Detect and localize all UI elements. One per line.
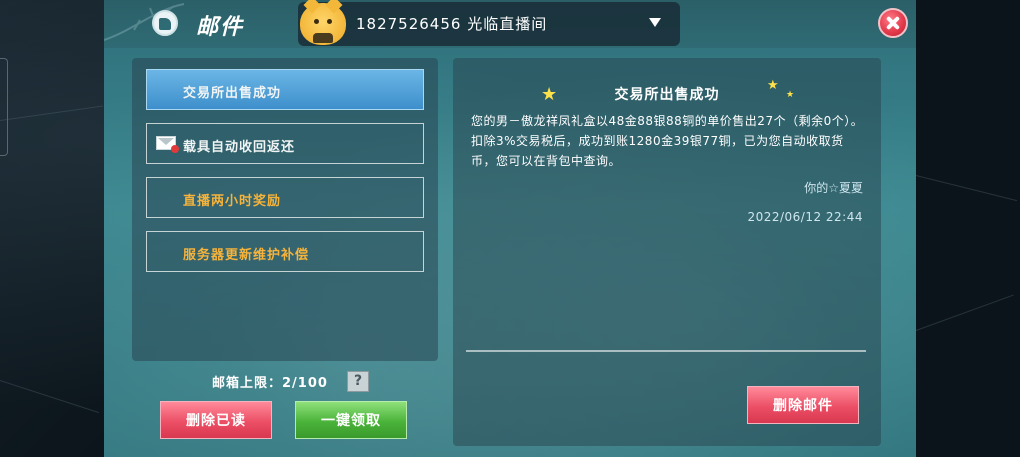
- mail-item-label: 服务器更新维护补偿: [183, 248, 310, 263]
- mail-title: 交易所出售成功: [614, 87, 720, 103]
- mail-body: 您的男－傲龙祥凤礼盒以48金88银88铜的单价售出27个（剩余0个）。扣除3%交…: [471, 114, 864, 168]
- envelope-icon: [156, 136, 179, 153]
- window-title: 邮件: [196, 15, 245, 40]
- close-button[interactable]: [878, 8, 908, 38]
- mail-window: 邮件 1827526456 光临直播间 交易所出售成功 载具自动收回返还 直播两…: [104, 0, 916, 457]
- mail-item-label: 载具自动收回返还: [183, 140, 296, 155]
- side-frame: [0, 58, 8, 156]
- mail-icon: [152, 10, 178, 36]
- chevron-down-icon[interactable]: [649, 18, 661, 27]
- mail-item-live-reward[interactable]: 直播两小时奖励: [146, 177, 424, 218]
- mail-date: 2022/06/12 22:44: [747, 210, 863, 224]
- help-button[interactable]: ?: [347, 371, 369, 392]
- avatar: [300, 0, 346, 45]
- mail-item-maintenance-compensation[interactable]: 服务器更新维护补偿: [146, 231, 424, 272]
- claim-all-button[interactable]: 一键领取: [295, 401, 407, 439]
- mailbox-capacity: 邮箱上限：2/100: [212, 376, 328, 391]
- divider: [466, 350, 866, 352]
- mail-item-vehicle-return[interactable]: 载具自动收回返还: [146, 123, 424, 164]
- delete-mail-button[interactable]: 删除邮件: [747, 386, 859, 424]
- mail-content: ★ ★ ★ 交易所出售成功 您的男－傲龙祥凤礼盒以48金88银88铜的单价售出2…: [453, 58, 881, 446]
- delete-read-button[interactable]: 删除已读: [160, 401, 272, 439]
- mail-item-trade-sale[interactable]: 交易所出售成功: [146, 69, 424, 110]
- mail-sender: 你的☆夏夏: [804, 181, 863, 195]
- mail-list: 交易所出售成功 载具自动收回返还 直播两小时奖励 服务器更新维护补偿: [132, 58, 438, 361]
- mail-item-label: 直播两小时奖励: [183, 194, 282, 209]
- mail-item-label: 交易所出售成功: [183, 86, 282, 101]
- account-name: 1827526456 光临直播间: [356, 15, 548, 33]
